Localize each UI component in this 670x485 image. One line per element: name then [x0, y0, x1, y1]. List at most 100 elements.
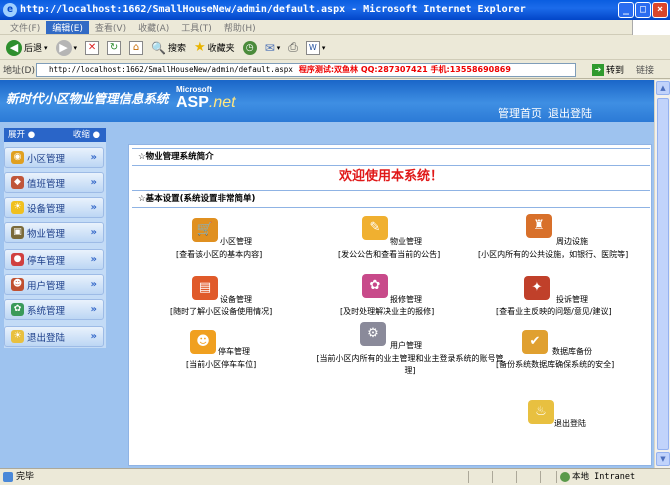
search-icon: 🔍 [151, 40, 166, 55]
user-management-icon[interactable]: ⚙ [360, 322, 386, 346]
print-button[interactable]: ⎙ [286, 38, 300, 58]
collapse-all-button[interactable]: 收缩 ● [73, 128, 100, 142]
windows-flag-icon [632, 20, 670, 35]
refresh-button[interactable]: ↻ [105, 38, 123, 58]
top-links: 管理首页 退出登陆 [492, 105, 592, 121]
community-cart-icon[interactable]: 🛒 [192, 218, 218, 242]
feature-desc-community: [查看该小区的基本内容] [176, 250, 263, 259]
search-button[interactable]: 🔍 搜索 [149, 38, 188, 58]
feature-title-parking[interactable]: 停车管理 [218, 346, 250, 357]
edit-doc-icon: W [305, 40, 320, 55]
logout-bottles-icon[interactable]: ♨ [528, 400, 554, 424]
go-arrow-icon[interactable]: ➜ [592, 64, 604, 76]
status-bar: 完毕 本地 Intranet [0, 468, 670, 485]
edit-button[interactable]: W ▾ [304, 38, 328, 58]
stop-button[interactable]: ✕ [83, 38, 101, 58]
go-button[interactable]: 转到 [606, 63, 624, 76]
feature-title-facilities[interactable]: 周边设施 [556, 236, 588, 247]
menu-favorites[interactable]: 收藏(A) [132, 21, 175, 34]
basic-settings-heading: ☆基本设置(系统设置非常简单) [132, 190, 650, 208]
maximize-button[interactable]: □ [635, 2, 651, 18]
home-icon: ⌂ [129, 40, 144, 55]
minimize-button[interactable]: _ [618, 2, 634, 18]
intro-heading: ☆物业管理系统简介 [132, 148, 650, 166]
parking-people-icon[interactable]: ☻ [190, 330, 216, 354]
lightbulb-icon: ☀ [11, 201, 24, 214]
facilities-icon[interactable]: ♜ [526, 214, 552, 238]
parking-icon: ● [11, 253, 24, 266]
menu-file[interactable]: 文件(F) [4, 21, 46, 34]
sidebar-header: 展开 ● 收缩 ● [4, 128, 106, 142]
print-icon: ⎙ [288, 40, 298, 54]
address-label: 地址(D) [3, 66, 35, 76]
logout-bulb-icon: ☀ [11, 330, 24, 343]
sidebar-item-equipment[interactable]: ☀ 设备管理» [4, 197, 104, 218]
scroll-thumb[interactable] [657, 98, 669, 450]
address-input[interactable]: http://localhost:1662/SmallHouseNew/admi… [36, 63, 576, 77]
feature-title-repair[interactable]: 报修管理 [390, 294, 422, 305]
menu-help[interactable]: 帮助(H) [218, 21, 262, 34]
sidebar-item-logout[interactable]: ☀ 退出登陆» [4, 326, 104, 347]
feature-title-property[interactable]: 物业管理 [390, 236, 422, 247]
sidebar-item-duty[interactable]: ◆ 值班管理» [4, 172, 104, 193]
history-button[interactable]: ◷ [241, 38, 259, 58]
complaint-icon[interactable]: ✦ [524, 276, 550, 300]
status-text: 完毕 [16, 472, 35, 482]
site-title: 新时代小区物业管理信息系统 [6, 91, 169, 106]
feature-title-equipment[interactable]: 设备管理 [220, 294, 252, 305]
equipment-box-icon[interactable]: ▤ [192, 276, 218, 300]
menu-view[interactable]: 查看(V) [89, 21, 132, 34]
forward-button[interactable]: ▶ ▾ [54, 38, 80, 58]
feature-desc-backup: [备份系统数据库确保系统的安全] [496, 360, 615, 369]
feature-desc-users: [当前小区内所有的业主管理和业主登录系统的账号管理] [316, 354, 504, 375]
users-icon: ☻ [11, 278, 24, 291]
chevron-right-icon: » [90, 254, 97, 265]
sidebar-item-parking[interactable]: ● 停车管理» [4, 249, 104, 270]
address-bar: 地址(D) http://localhost:1662/SmallHouseNe… [0, 61, 670, 79]
mail-icon: ✉ [264, 40, 275, 55]
feature-desc-repair: [及时处理解决业主的报修] [340, 307, 435, 316]
site-banner: 新时代小区物业管理信息系统 Microsoft ASP.net 管理首页 退出登陆 [0, 80, 654, 122]
repair-icon[interactable]: ✿ [362, 274, 388, 298]
intranet-icon [560, 472, 570, 482]
property-docs-icon[interactable]: ✎ [362, 216, 388, 240]
sidebar-item-system[interactable]: ✿ 系统管理» [4, 299, 104, 320]
favorites-button[interactable]: ★ 收藏夹 [192, 38, 237, 58]
system-icon: ✿ [11, 303, 24, 316]
scroll-up-arrow-icon[interactable]: ▲ [656, 81, 670, 95]
feature-desc-equipment: [随时了解小区设备使用情况] [170, 307, 273, 316]
ie-logo-icon: e [3, 3, 17, 17]
welcome-message: 欢迎使用本系统！ [338, 169, 443, 184]
close-button[interactable]: × [652, 2, 668, 18]
admin-home-link[interactable]: 管理首页 [498, 107, 542, 120]
chevron-right-icon: » [90, 177, 97, 188]
sidebar-item-community[interactable]: ◉ 小区管理» [4, 147, 104, 168]
feature-title-complaint[interactable]: 投诉管理 [556, 294, 588, 305]
menu-edit[interactable]: 编辑(E) [46, 20, 89, 34]
feature-title-backup[interactable]: 数据库备份 [552, 346, 592, 357]
feature-desc-property: [发公公告和查看当前的公告] [338, 250, 441, 259]
back-button[interactable]: ◀ 后退 ▾ [4, 38, 50, 58]
logout-link[interactable]: 退出登陆 [548, 107, 592, 120]
feature-title-users[interactable]: 用户管理 [390, 340, 422, 351]
browser-toolbar: ◀ 后退 ▾ ▶ ▾ ✕ ↻ ⌂ 🔍 搜索 ★ 收藏夹 ◷ ✉ ▾ ⎙ W ▾ [0, 36, 670, 60]
home-button[interactable]: ⌂ [127, 38, 145, 58]
community-icon: ◉ [11, 151, 24, 164]
mail-button[interactable]: ✉ ▾ [263, 38, 283, 58]
expand-all-button[interactable]: 展开 ● [8, 128, 35, 142]
feature-title-logout[interactable]: 退出登陆 [554, 418, 586, 429]
sidebar-item-users[interactable]: ☻ 用户管理» [4, 274, 104, 295]
forward-arrow-icon: ▶ [55, 39, 72, 56]
chevron-right-icon: » [90, 227, 97, 238]
links-button[interactable]: 链接 [636, 63, 654, 76]
menu-tools[interactable]: 工具(T) [175, 21, 218, 34]
database-backup-icon[interactable]: ✔ [522, 330, 548, 354]
feature-desc-parking: [当前小区停车车位] [186, 360, 257, 369]
vertical-scrollbar[interactable]: ▲ ▼ [654, 80, 670, 468]
feature-desc-complaint: [查看业主反映的问题/意见/建议] [496, 307, 612, 316]
feature-title-community[interactable]: 小区管理 [220, 236, 252, 247]
sidebar-item-property[interactable]: ▣ 物业管理» [4, 222, 104, 243]
scroll-down-arrow-icon[interactable]: ▼ [656, 452, 670, 466]
window-title: http://localhost:1662/SmallHouseNew/admi… [20, 4, 526, 15]
refresh-icon: ↻ [107, 40, 122, 55]
